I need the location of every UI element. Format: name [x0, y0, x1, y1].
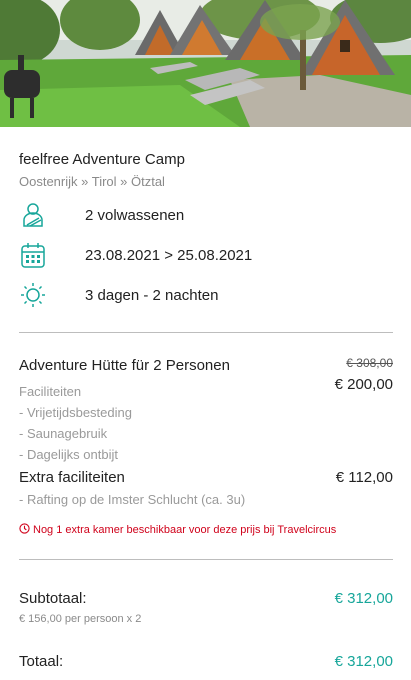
duration-row: 3 dagen - 2 nachten: [19, 281, 393, 311]
sun-icon: [21, 283, 45, 307]
extras-item: - Rafting op de Imster Schlucht (ca. 3u): [19, 492, 246, 507]
dates-text: 23.08.2021 > 25.08.2021: [85, 247, 253, 264]
subtotal-label: Subtotaal:: [19, 590, 87, 607]
total-value: € 312,00: [334, 653, 393, 670]
facility-item: - Dagelijks ontbijt: [19, 447, 118, 462]
divider: [19, 332, 393, 333]
camp-photo: [0, 0, 411, 127]
guests-text: 2 volwassenen: [85, 207, 185, 224]
guests-row: 2 volwassenen: [19, 201, 393, 231]
location-breadcrumb: Oostenrijk » Tirol » Ötztal: [19, 174, 165, 189]
hero-image: [0, 0, 411, 127]
total-label: Totaal:: [19, 653, 64, 670]
room-old-price: € 308,00: [346, 356, 393, 370]
subtotal-note: € 156,00 per persoon x 2: [19, 613, 142, 625]
room-title: Adventure Hütte für 2 Personen: [19, 357, 230, 374]
room-price: € 200,00: [334, 376, 393, 393]
facilities-label: Faciliteiten: [19, 384, 82, 399]
facility-item: - Vrijetijdsbesteding: [19, 405, 132, 420]
extras-title: Extra faciliteiten: [19, 469, 125, 486]
clock-icon: [19, 523, 30, 534]
facility-item: - Saunagebruik: [19, 426, 108, 441]
person-icon: [23, 203, 43, 227]
availability-alert-text: Nog 1 extra kamer beschikbaar voor deze …: [33, 524, 337, 536]
calendar-icon: [21, 243, 45, 268]
divider: [19, 559, 393, 560]
extras-price: € 112,00: [335, 469, 393, 486]
availability-alert: Nog 1 extra kamer beschikbaar voor deze …: [19, 523, 336, 536]
accommodation-name: feelfree Adventure Camp: [19, 151, 185, 168]
dates-row: 23.08.2021 > 25.08.2021: [19, 241, 393, 271]
duration-text: 3 dagen - 2 nachten: [85, 287, 219, 304]
subtotal-value: € 312,00: [334, 590, 393, 607]
